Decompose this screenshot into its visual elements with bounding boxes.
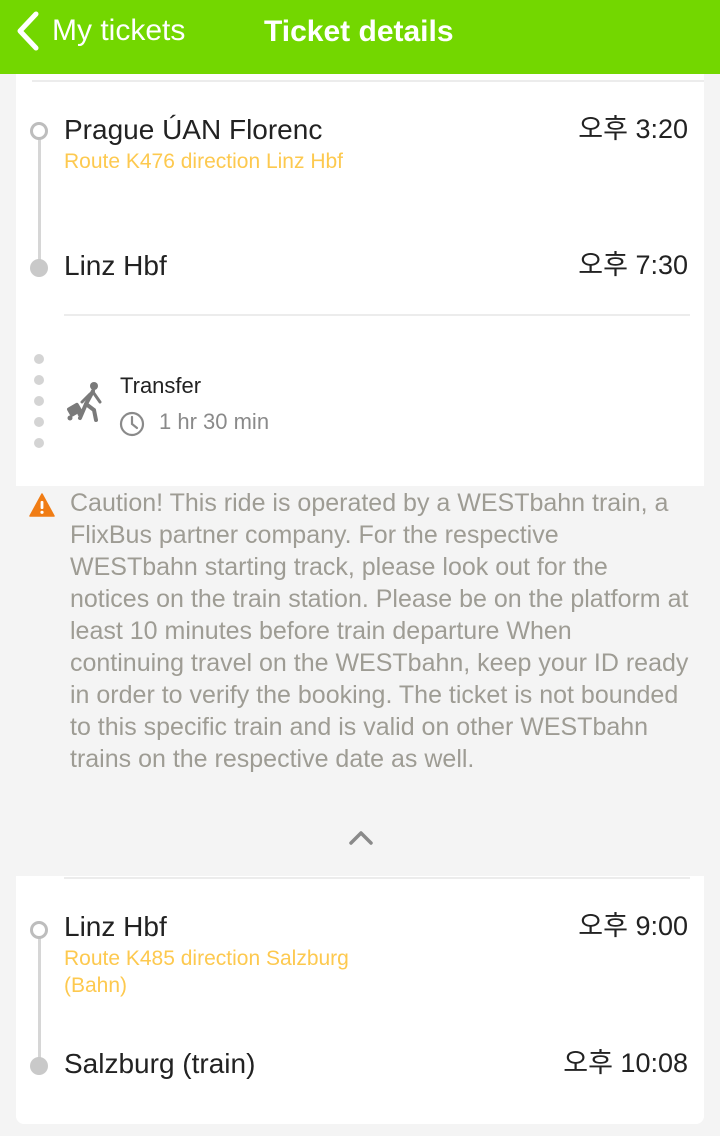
walking-luggage-icon bbox=[67, 382, 102, 422]
top-divider bbox=[32, 80, 704, 82]
transfer-dot bbox=[34, 438, 44, 448]
departure-dot bbox=[30, 122, 48, 140]
departure-dot bbox=[30, 921, 48, 939]
arrival-time: 오후 10:08 bbox=[563, 1048, 688, 1078]
transfer-dot bbox=[34, 396, 44, 406]
ticket-card-lower: Linz Hbf 오후 9:00 Route K485 direction Sa… bbox=[16, 876, 704, 1124]
departure-time: 오후 3:20 bbox=[578, 114, 688, 144]
back-button[interactable]: My tickets bbox=[14, 10, 185, 52]
caution-text: Caution! This ride is operated by a WEST… bbox=[70, 489, 689, 773]
arrival-dot bbox=[30, 259, 48, 277]
arrival-dot bbox=[30, 1057, 48, 1075]
clock-icon bbox=[119, 411, 145, 437]
route-info: Route K485 direction Salzburg (Bahn) bbox=[64, 947, 349, 997]
transfer-duration: 1 hr 30 min bbox=[159, 409, 270, 434]
arrival-stop: Salzburg (train) bbox=[64, 1048, 256, 1079]
departure-stop: Prague ÚAN Florenc bbox=[64, 114, 323, 145]
chevron-up-icon[interactable] bbox=[346, 826, 376, 848]
navigation-bar: My tickets Ticket details bbox=[0, 0, 720, 74]
departure-time: 오후 9:00 bbox=[578, 911, 688, 941]
arrival-stop: Linz Hbf bbox=[64, 250, 167, 281]
chevron-left-icon bbox=[17, 11, 39, 51]
transfer-dot bbox=[34, 375, 44, 385]
segment-divider bbox=[64, 877, 690, 879]
transfer-dot bbox=[34, 417, 44, 427]
segment-divider bbox=[64, 314, 690, 316]
route-line bbox=[38, 138, 41, 266]
transfer-dot bbox=[34, 354, 44, 364]
arrival-time: 오후 7:30 bbox=[578, 250, 688, 280]
route-info: Route K476 direction Linz Hbf bbox=[64, 150, 343, 173]
page-title: Ticket details bbox=[264, 15, 454, 48]
back-label: My tickets bbox=[52, 14, 186, 47]
departure-stop: Linz Hbf bbox=[64, 911, 167, 942]
transfer-title: Transfer bbox=[120, 373, 202, 398]
route-line bbox=[38, 938, 41, 1064]
warning-triangle-icon bbox=[29, 493, 55, 517]
ticket-card-upper: Prague ÚAN Florenc 오후 3:20 Route K476 di… bbox=[16, 74, 704, 486]
